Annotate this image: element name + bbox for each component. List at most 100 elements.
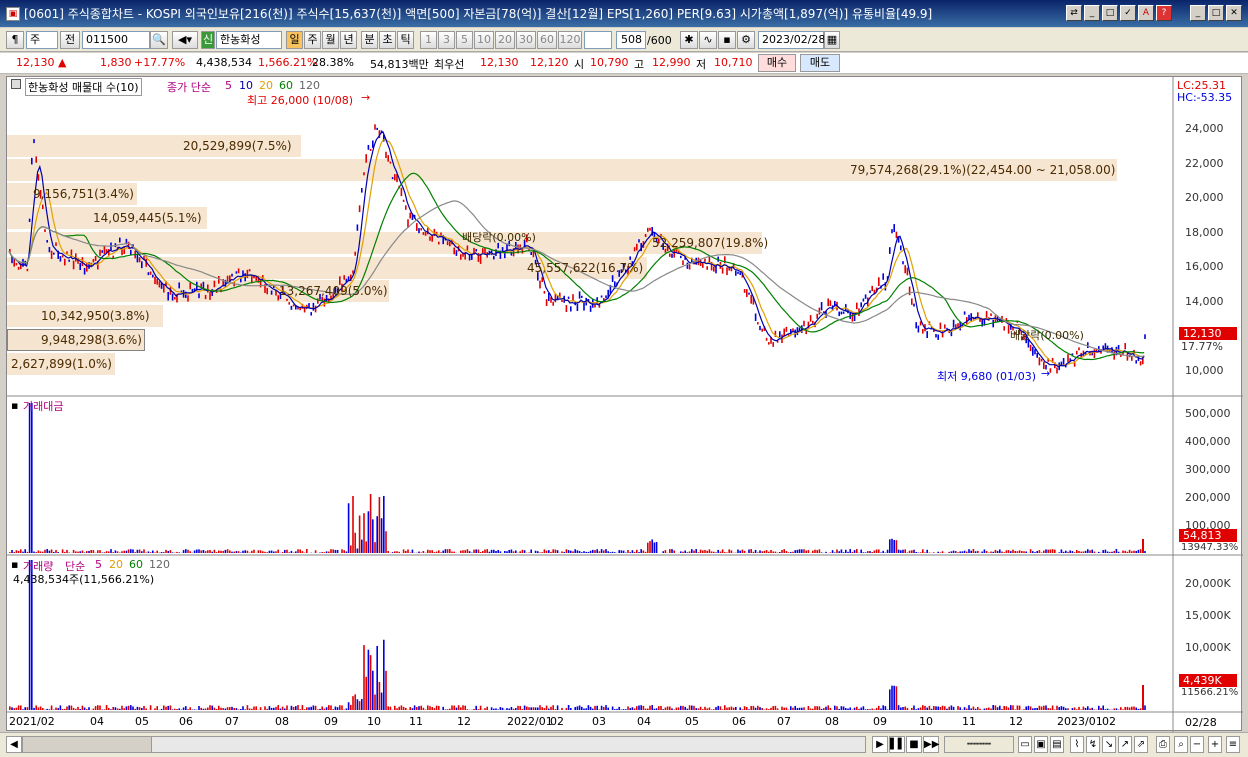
amount-bar [341,549,343,553]
search-icon[interactable]: 🔍 [150,31,168,49]
gear-icon[interactable]: ⚙ [737,31,755,49]
period-day-button[interactable]: 일 [286,31,303,49]
stock-menu-icon[interactable]: ¶ [6,31,24,49]
layout-icon[interactable]: ▤ [1050,736,1064,753]
period-minute-button[interactable]: 분 [361,31,378,49]
candle [468,254,471,261]
maximize-button[interactable]: □ [1208,5,1224,21]
tool-icon[interactable]: ↯ [1086,736,1100,753]
volume-bar [968,705,970,710]
interval-1-button[interactable]: 1 [420,31,437,49]
minimize-button[interactable]: _ [1190,5,1206,21]
market-type-select[interactable]: 주 [26,31,58,49]
fast-forward-icon[interactable]: ▶▶ [923,736,939,753]
amount-bar [475,549,477,553]
amount-bar [15,550,18,553]
interval-custom-select[interactable] [584,31,612,49]
candle [42,204,44,210]
interval-60-button[interactable]: 60 [537,31,557,49]
date-input[interactable]: 2023/02/28 [758,31,825,49]
candle [772,342,774,347]
close-button[interactable]: ✕ [1226,5,1242,21]
amount-bar [299,549,301,553]
scroll-left-icon[interactable]: ◀ [6,736,22,753]
bar-count-input[interactable]: 508 [616,31,646,49]
volume-bar [847,708,849,710]
amount-bar [499,551,502,553]
link-icon[interactable]: ⇄ [1066,5,1082,21]
volume-bar [464,705,466,710]
amount-bar [1082,551,1085,553]
amount-bar [968,549,970,553]
amount-bar [974,551,977,553]
volume-bar [658,706,660,710]
speed-slider[interactable]: ┅┅┅┅ [944,736,1014,753]
candle [48,247,51,253]
price-legend[interactable]: 한농화성 매물대 수(10) [25,78,142,96]
amount-bar [11,549,13,553]
pause-icon[interactable]: ▌▌ [889,736,905,753]
period-month-button[interactable]: 월 [322,31,339,49]
restore-tray-icon[interactable]: □ [1102,5,1118,21]
volume-bar [1047,708,1049,710]
period-year-button[interactable]: 년 [340,31,357,49]
interval-10-button[interactable]: 10 [474,31,494,49]
calendar-icon[interactable]: ▦ [824,31,840,49]
save-icon[interactable]: ▪ [718,31,736,49]
volume-bar [383,639,385,710]
print-icon[interactable]: ⎙ [1156,736,1170,753]
all-toggle[interactable]: 전 [60,31,80,49]
panel-menu-icon[interactable] [11,79,21,89]
tool-icon[interactable]: ↘ [1102,736,1116,753]
zoom-icon[interactable]: ⌕ [1174,736,1188,753]
tool-icon[interactable]: ↗ [1118,736,1132,753]
interval-120-button[interactable]: 120 [558,31,582,49]
period-week-button[interactable]: 주 [304,31,321,49]
amount-bar [851,551,854,553]
interval-20-button[interactable]: 20 [495,31,515,49]
scroll-thumb[interactable] [22,736,152,753]
compare-chart-icon[interactable]: ∿ [699,31,717,49]
crosshair-icon[interactable]: ✱ [680,31,698,49]
amount-bar [57,552,59,553]
play-icon[interactable]: ▶ [872,736,888,753]
period-tick-button[interactable]: 틱 [397,31,414,49]
panel-menu-icon[interactable]: ▪ [11,558,18,571]
volume-bar [306,707,308,710]
volume-bar [1067,708,1069,710]
stock-code-input[interactable]: 011500 [82,31,150,49]
candle [147,272,150,276]
period-second-button[interactable]: 초 [379,31,396,49]
amount-bar [497,549,499,553]
volume-bar [61,709,64,710]
chart-area[interactable]: 79,574,268(29.1%)(22,454.00 ~ 21,058.00)… [6,76,1243,732]
volume-bar [72,707,75,710]
interval-3-button[interactable]: 3 [438,31,455,49]
candle [565,305,568,313]
panel-menu-icon[interactable]: ▪ [11,399,18,412]
stop-icon[interactable]: ■ [906,736,922,753]
sell-button[interactable]: 매도 [800,54,840,72]
interval-5-button[interactable]: 5 [456,31,473,49]
help-icon[interactable]: ? [1156,5,1172,21]
menu-icon[interactable]: ≡ [1226,736,1240,753]
ma-5: 5 [225,79,232,92]
minimize-tray-icon[interactable]: _ [1084,5,1100,21]
layout-icon[interactable]: ▣ [1034,736,1048,753]
volume-bar [125,706,128,710]
checklist-icon[interactable]: ✓ [1120,5,1136,21]
layout-icon[interactable]: ▭ [1018,736,1032,753]
font-icon[interactable]: A [1138,5,1154,21]
zoom-in-icon[interactable]: + [1208,736,1222,753]
interval-30-button[interactable]: 30 [516,31,536,49]
speaker-icon[interactable]: ◀▾ [172,31,198,49]
candle [248,269,251,272]
zoom-out-icon[interactable]: − [1190,736,1204,753]
candle [702,263,704,268]
buy-button[interactable]: 매수 [758,54,796,72]
stock-name-field[interactable]: 한농화성 [216,31,282,49]
tool-icon[interactable]: ⌇ [1070,736,1084,753]
volume-bar [1078,706,1080,710]
tool-icon[interactable]: ⇗ [1134,736,1148,753]
amount-bar [1069,550,1071,553]
